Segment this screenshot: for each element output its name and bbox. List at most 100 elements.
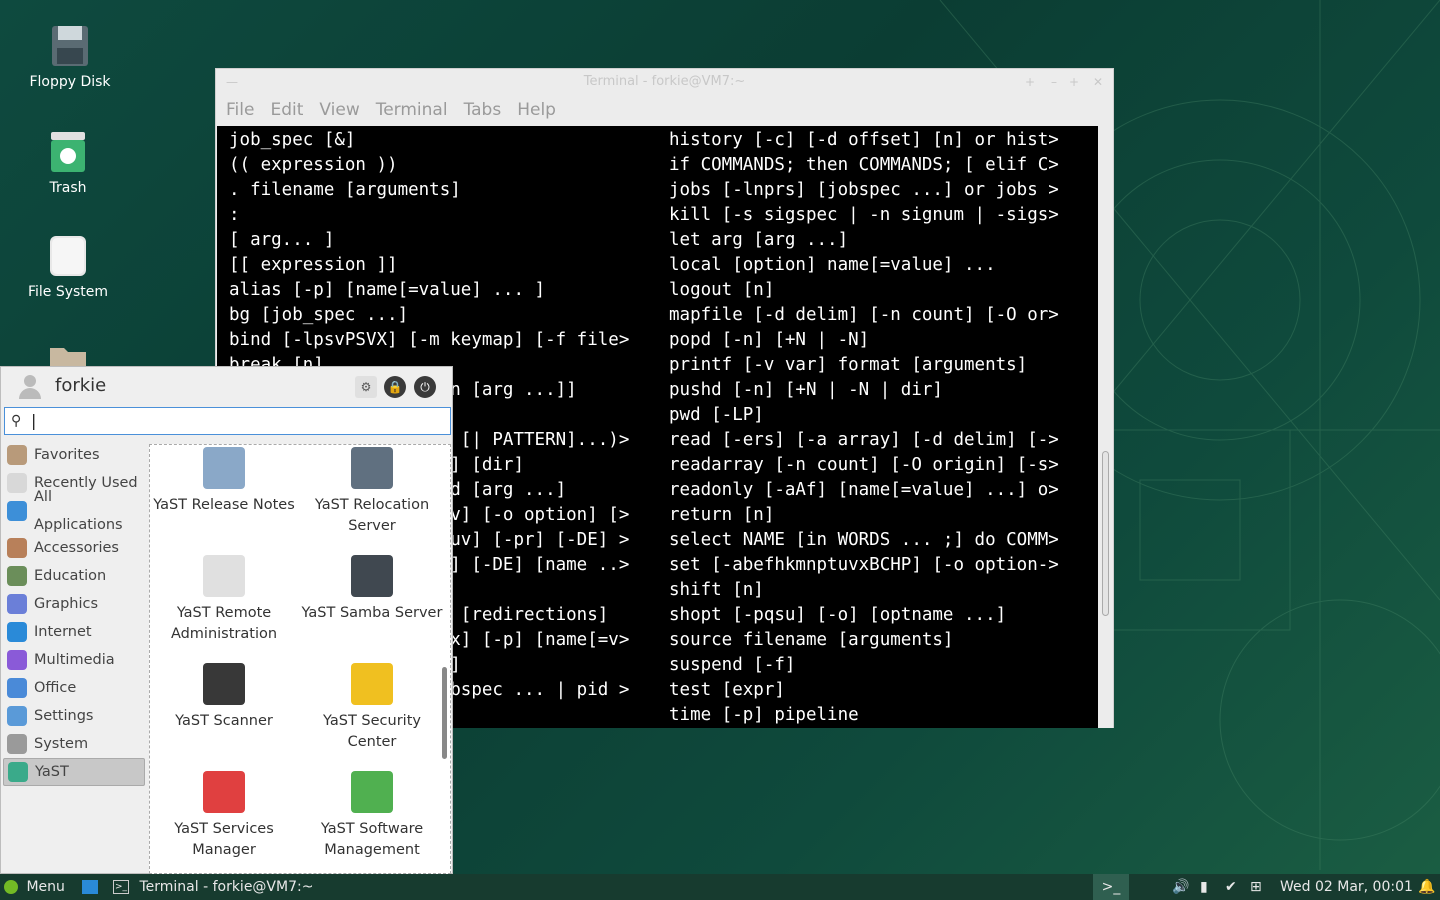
hard-drive-icon: [50, 236, 86, 276]
clock[interactable]: Wed 02 Mar, 00:01: [1280, 874, 1413, 900]
add-icon[interactable]: +: [1025, 69, 1035, 95]
category-system[interactable]: System: [3, 730, 145, 758]
category-yast[interactable]: YaST: [3, 758, 145, 786]
window-menu-icon[interactable]: —: [226, 69, 238, 95]
software-management-icon: [351, 771, 393, 813]
network-icon[interactable]: ⊞: [1250, 874, 1262, 900]
terminal-line: shift [n]: [669, 580, 764, 600]
menu-scrollbar-thumb[interactable]: [442, 667, 447, 759]
updates-check-icon[interactable]: ✔: [1225, 874, 1237, 900]
menu-edit[interactable]: Edit: [270, 100, 303, 120]
show-desktop-icon[interactable]: [82, 880, 98, 894]
category-label: Education: [34, 568, 107, 584]
category-label: Graphics: [34, 596, 99, 612]
category-label: YaST: [35, 764, 69, 780]
remote-admin-icon: [203, 555, 245, 597]
terminal-menubar: File Edit View Terminal Tabs Help: [216, 95, 1113, 125]
menu-help[interactable]: Help: [517, 100, 556, 120]
terminal-icon: >_: [113, 880, 129, 894]
battery-icon[interactable]: ▮: [1200, 874, 1208, 900]
app-yast-scanner[interactable]: YaST Scanner: [150, 663, 298, 732]
app-label: YaST Samba Server: [301, 605, 443, 621]
terminal-line: jobs [-lnprs] [jobspec ...] or jobs >: [669, 180, 1059, 200]
menu-tabs[interactable]: Tabs: [464, 100, 502, 120]
settings-manager-icon[interactable]: ⚙: [355, 376, 377, 398]
category-list: Favorites Recently Used All Applications Ac…: [3, 441, 145, 786]
terminal-line: pwd [-LP]: [669, 405, 764, 425]
category-favorites[interactable]: Favorites: [3, 441, 145, 469]
terminal-line: kill [-s sigspec | -n signum | -sigs>: [669, 205, 1059, 225]
category-multimedia[interactable]: Multimedia: [3, 646, 145, 674]
desktop-icon-label: Floppy Disk: [29, 74, 111, 90]
app-yast-software-management[interactable]: YaST Software Management: [298, 771, 446, 861]
minimize-icon[interactable]: –: [1051, 69, 1057, 95]
category-graphics[interactable]: Graphics: [3, 590, 145, 618]
menu-button-label: Menu: [26, 879, 65, 895]
scanner-icon: [203, 663, 245, 705]
category-icon: [7, 473, 27, 493]
menu-header: forkie ⚙ 🔒 ⏻: [1, 367, 452, 405]
category-all-applications[interactable]: All Applications: [3, 489, 145, 533]
app-yast-security-center[interactable]: YaST Security Center: [298, 663, 446, 753]
desktop-icon-file-system[interactable]: File System: [13, 234, 123, 300]
taskbar-window-terminal[interactable]: >_ Terminal - forkie@VM7:~: [113, 874, 313, 900]
user-avatar-icon: [19, 375, 41, 399]
menu-terminal[interactable]: Terminal: [376, 100, 448, 120]
terminal-line: read [-ers] [-a array] [-d delim] [->: [669, 430, 1059, 450]
menu-button[interactable]: Menu: [4, 874, 65, 900]
maximize-icon[interactable]: +: [1069, 69, 1079, 95]
category-icon: [8, 762, 28, 782]
terminal-line: history [-c] [-d offset] [n] or hist>: [669, 130, 1059, 150]
category-icon: [7, 538, 27, 558]
close-icon[interactable]: ✕: [1093, 69, 1103, 95]
category-education[interactable]: Education: [3, 562, 145, 590]
category-label: System: [34, 736, 89, 752]
terminal-titlebar[interactable]: — Terminal - forkie@VM7:~ + – + ✕: [216, 69, 1113, 95]
terminal-scrollbar[interactable]: [1098, 126, 1113, 728]
logout-icon[interactable]: ⏻: [414, 376, 436, 398]
desktop-icon-trash[interactable]: Trash: [13, 130, 123, 196]
terminal-line: logout [n]: [669, 280, 775, 300]
app-yast-services-manager[interactable]: YaST Services Manager: [150, 771, 298, 861]
terminal-line: set [-abefhkmnptuvxBCHP] [-o option->: [669, 555, 1059, 575]
app-yast-release-notes[interactable]: YaST Release Notes: [150, 447, 298, 516]
terminal-line: shopt [-pqsu] [-o] [optname ...]: [669, 605, 1007, 625]
category-icon: [7, 706, 27, 726]
terminal-line: bg [job_spec ...]: [229, 305, 409, 325]
category-internet[interactable]: Internet: [3, 618, 145, 646]
menu-view[interactable]: View: [319, 100, 359, 120]
lock-screen-icon[interactable]: 🔒: [384, 376, 406, 398]
terminal-line: readarray [-n count] [-O origin] [-s>: [669, 455, 1059, 475]
desktop-icon-label: Trash: [49, 180, 87, 196]
application-grid: YaST Release Notes YaST Relocation Server…: [149, 444, 451, 874]
app-yast-samba-server[interactable]: YaST Samba Server: [298, 555, 446, 624]
volume-icon[interactable]: 🔊: [1172, 874, 1189, 900]
category-label: Settings: [34, 708, 94, 724]
terminal-line: select NAME [in WORDS ... ;] do COMM>: [669, 530, 1059, 550]
menu-file[interactable]: File: [226, 100, 254, 120]
category-label: Accessories: [34, 540, 119, 556]
app-yast-relocation-server[interactable]: YaST Relocation Server: [298, 447, 446, 537]
search-input[interactable]: ⚲ |: [4, 407, 451, 435]
app-yast-remote-administration[interactable]: YaST Remote Administration: [150, 555, 298, 645]
terminal-line: popd [-n] [+N | -N]: [669, 330, 870, 350]
notification-bell-icon[interactable]: 🔔: [1418, 874, 1435, 900]
category-office[interactable]: Office: [3, 674, 145, 702]
category-label: All Applications: [34, 489, 123, 533]
app-label: YaST Remote Administration: [170, 605, 278, 642]
trash-icon: [51, 132, 85, 172]
scrollbar-thumb[interactable]: [1102, 451, 1109, 616]
opensuse-logo-icon: [4, 880, 18, 894]
desktop-icon-floppy-disk[interactable]: Floppy Disk: [15, 24, 125, 90]
terminal-tray-icon[interactable]: >_: [1093, 874, 1129, 900]
terminal-line: readonly [-aAf] [name[=value] ...] o>: [669, 480, 1059, 500]
samba-server-icon: [351, 555, 393, 597]
category-settings[interactable]: Settings: [3, 702, 145, 730]
terminal-line: time [-p] pipeline: [669, 705, 859, 725]
category-icon: [7, 650, 27, 670]
app-label: YaST Relocation Server: [314, 497, 430, 534]
desktop-icon-label: File System: [27, 284, 109, 300]
taskbar-window-label: Terminal - forkie@VM7:~: [139, 879, 314, 895]
user-name: forkie: [55, 375, 107, 396]
terminal-line: . filename [arguments]: [229, 180, 461, 200]
